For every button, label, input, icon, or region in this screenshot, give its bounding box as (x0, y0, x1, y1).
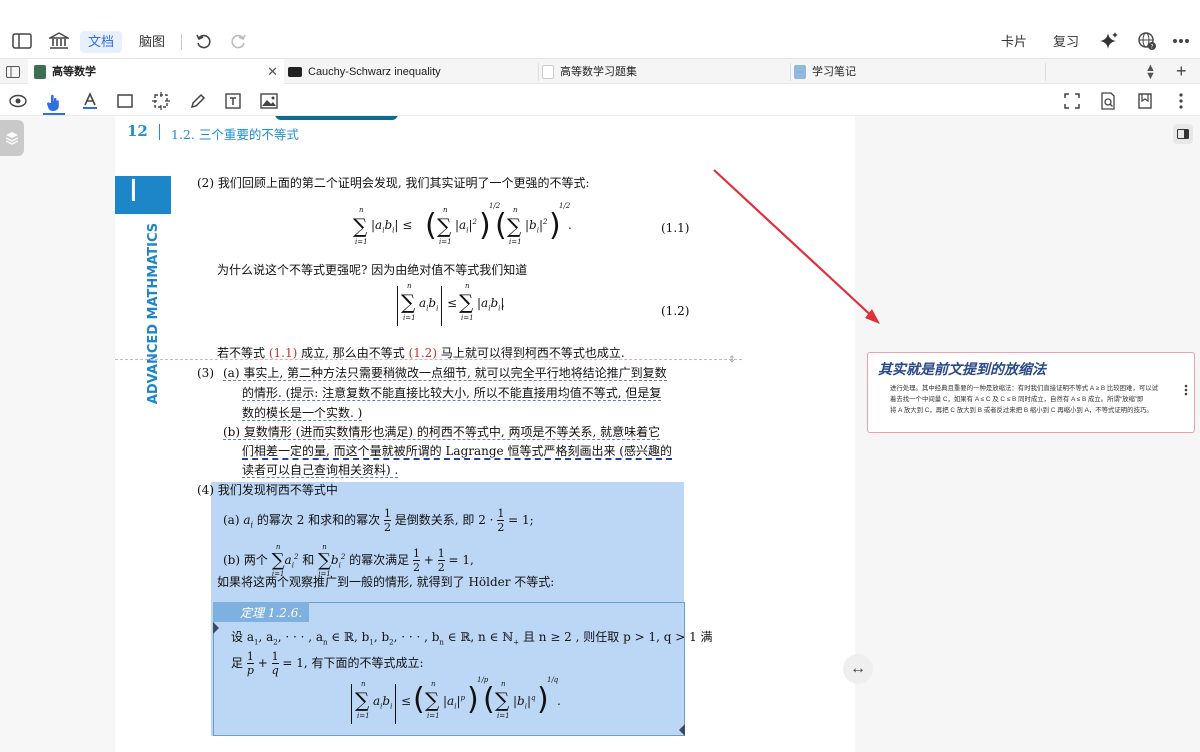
more-icon[interactable] (1170, 30, 1192, 52)
mindmap-mode-button[interactable]: 脑图 (134, 31, 170, 53)
view-mode-icon[interactable] (7, 90, 29, 112)
notebook-icon (794, 65, 806, 80)
theorem-label: 定理 1.2.6. (240, 606, 303, 620)
note-line: 将 A 放大到 C，再把 C 放大到 B 或者反过来把 B 缩小到 C 再缩小到… (890, 407, 1153, 414)
page-number: 12 (127, 122, 148, 140)
note-card-title: 其实就是前文提到的放缩法 (878, 362, 1046, 378)
library-icon[interactable] (48, 30, 70, 52)
hand-tool-icon[interactable] (43, 90, 65, 115)
resize-handle-icon[interactable]: ⇕ (728, 354, 736, 365)
pdf-page: 12 1.2. 三个重要的不等式 I ADVANCED MATHMATICS (… (115, 116, 742, 752)
fullscreen-icon[interactable] (1061, 90, 1083, 112)
ai-sparkle-icon[interactable] (1098, 30, 1120, 52)
para-4-title: (4) 我们发现柯西不等式中 (197, 483, 338, 497)
document-canvas: 12 1.2. 三个重要的不等式 I ADVANCED MATHMATICS (… (0, 116, 1200, 752)
toolbar-divider (181, 34, 182, 50)
page-header-bar (275, 116, 398, 120)
redo-icon[interactable] (228, 30, 250, 52)
generalize-line: 如果将这两个观察推广到一般的情形, 就得到了 Hölder 不等式: (217, 575, 555, 589)
why-line: 为什么说这个不等式更强呢? 因为由绝对值不等式我们知道 (217, 263, 528, 277)
tab-sort-icon[interactable]: ▲ ▼ (1145, 63, 1156, 82)
sidebar-toggle-icon[interactable] (11, 30, 33, 52)
para-4a: (a) ai 的幂次 2 和求和的幂次 12 是倒数关系, 即 2 · 12 =… (223, 507, 534, 534)
document-mode-button[interactable]: 文档 (80, 31, 122, 53)
theorem-line-2: 足 1p + 1q = 1, 有下面的不等式成立: (231, 650, 424, 677)
selection-handle-right[interactable] (679, 724, 685, 736)
more-vertical-icon[interactable] (1170, 90, 1192, 112)
web-help-icon[interactable]: ? (1136, 30, 1158, 52)
selection-handle-left[interactable] (213, 622, 219, 634)
panel-toggle-icon[interactable] (1173, 124, 1193, 144)
resize-panel-icon[interactable]: ↔ (843, 654, 873, 684)
review-button[interactable]: 复习 (1048, 31, 1084, 53)
note-card[interactable]: 其实就是前文提到的放缩法 进行处理。其中经典且重要的一种是放缩法：有时我们直接证… (867, 352, 1195, 433)
note-line: 进行处理。其中经典且重要的一种是放缩法：有时我们直接证明不等式 A ≥ B 比较… (890, 385, 1159, 392)
book-icon (34, 65, 46, 80)
rectangle-select-icon[interactable] (114, 90, 136, 112)
card-button[interactable]: 卡片 (996, 31, 1032, 53)
new-tab-icon[interactable]: + (1176, 61, 1187, 82)
tab-divider (790, 63, 791, 81)
layers-icon (5, 132, 19, 145)
bookmark-icon[interactable] (1134, 90, 1156, 112)
image-icon[interactable] (258, 90, 280, 112)
para-3b-line-3: 读者可以自己查询相关资料) . (242, 463, 399, 478)
tab-exercises[interactable]: 高等数学习题集 (540, 59, 790, 85)
note-line: 着去找一个中间量 C，如果有 A ≤ C 及 C ≤ B 同时成立，自然有 A … (890, 396, 1144, 403)
chapter-tab (115, 176, 171, 214)
para-3a-line-3: 数的模长是一个实数. ) (242, 406, 363, 421)
tab-label: 高等数学 (52, 66, 96, 78)
para-3a-line-2: 的情形. (提示: 注意复数不能直接比较大小, 所以不能直接用均值不等式, 但是… (242, 386, 662, 401)
tab-close-icon[interactable]: ✕ (267, 59, 278, 85)
page-break-line (115, 359, 742, 360)
crop-select-icon[interactable] (150, 90, 172, 112)
header-divider (159, 124, 160, 140)
svg-text:?: ? (1150, 44, 1153, 51)
para-3-number: (3) (197, 366, 214, 380)
tab-label: 高等数学习题集 (560, 66, 637, 78)
layers-panel-toggle[interactable] (0, 120, 24, 156)
para-2-intro: (2) 我们回顾上面的第二个证明会发现, 我们其实证明了一个更强的不等式: (197, 176, 590, 190)
annotation-toolbar (0, 84, 1200, 116)
text-highlight-icon[interactable] (79, 90, 101, 112)
notes-panel: 其实就是前文提到的放缩法 进行处理。其中经典且重要的一种是放缩法：有时我们直接证… (843, 116, 1200, 752)
pen-icon[interactable] (187, 90, 209, 112)
para-4b: (b) 两个 n ∑ i=1 ai2 和 n ∑ i=1 bi2 的幂次满足 12 + 12… (223, 542, 474, 578)
para-3a-line-1: (a) 事实上, 第二种方法只需要稍微改一点细节, 就可以完全平行地将结论推广到… (223, 366, 667, 381)
split-view-icon[interactable] (6, 65, 20, 83)
undo-icon[interactable] (192, 30, 214, 52)
para-3b-line-1: (b) 复数情形 (进而实数情形也满足) 的柯西不等式中, 两项是不等关系, 就… (223, 425, 661, 440)
textbox-icon[interactable] (222, 90, 244, 112)
section-title: 1.2. 三个重要的不等式 (171, 127, 299, 142)
note-card-body: 进行处理。其中经典且重要的一种是放缩法：有时我们直接证明不等式 A ≥ B 比较… (890, 383, 1158, 416)
tab-label: Cauchy-Schwarz inequality (308, 66, 441, 78)
annotation-arrow (713, 169, 880, 324)
document-icon (542, 65, 554, 80)
terminal-icon (288, 67, 302, 78)
side-banner: ADVANCED MATHMATICS (146, 222, 162, 405)
tab-label: 学习笔记 (812, 66, 856, 78)
search-document-icon[interactable] (1097, 90, 1119, 112)
tab-bar: 高等数学 ✕ Cauchy-Schwarz inequality 高等数学习题集… (0, 58, 1200, 85)
eq-tag-1-1: (1.1) (661, 221, 690, 235)
tab-cauchy-schwarz[interactable]: Cauchy-Schwarz inequality (286, 59, 538, 85)
tab-divider (538, 63, 539, 81)
para-3b-line-2: 们相差一定的量, 而这个量就被所谓的 Lagrange 恒等式严格刻画出来 (感… (242, 444, 672, 460)
eq-tag-1-2: (1.2) (661, 304, 690, 318)
tab-divider (1045, 63, 1046, 81)
tab-study-notes[interactable]: 学习笔记 (792, 59, 1044, 85)
top-toolbar: 文档 脑图 卡片 复习 ? (0, 0, 1200, 58)
note-card-menu-icon[interactable] (1184, 383, 1188, 401)
tab-advanced-math[interactable]: 高等数学 ✕ (28, 59, 284, 85)
chapter-letter: I (129, 174, 138, 209)
